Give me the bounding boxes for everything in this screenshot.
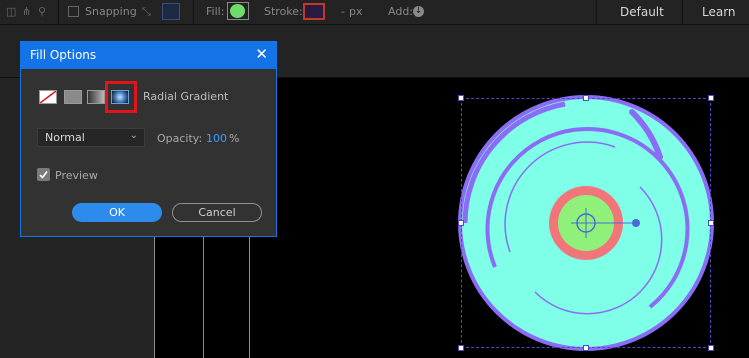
fill-linear-gradient-button[interactable] (87, 90, 105, 104)
opacity-label: Opacity: (157, 132, 203, 145)
add-icon[interactable]: ↓ (413, 6, 424, 17)
shape-tool-icon[interactable]: ◫ (6, 5, 16, 19)
workspace-learn[interactable]: Learn (702, 5, 736, 19)
blend-mode-value: Normal (45, 131, 85, 144)
add-label: Add: (388, 5, 414, 18)
toolbar-divider (682, 0, 683, 24)
blend-mode-select[interactable]: Normal ⌄ (37, 128, 145, 147)
resize-handle[interactable] (708, 95, 714, 101)
toolbar-divider (193, 0, 194, 24)
snap-grid-icon[interactable] (162, 3, 180, 20)
snapping-checkbox[interactable] (68, 6, 79, 17)
close-icon[interactable]: ✕ (255, 45, 268, 63)
top-toolbar: ◫ ⋔ ⚲ Snapping ⤡ Fill: Stroke: - px Add:… (0, 0, 749, 25)
opacity-value[interactable]: 100 (206, 132, 227, 145)
toolbar-divider (596, 0, 597, 24)
opacity-unit: % (229, 132, 240, 145)
chevron-down-icon: ⌄ (129, 130, 138, 141)
checkmark-icon (39, 171, 48, 179)
pen-nodes-icon[interactable]: ⚲ (38, 5, 46, 19)
fill-none-button[interactable] (39, 90, 57, 104)
ok-button[interactable]: OK (72, 203, 162, 222)
fill-swatch[interactable] (227, 2, 249, 20)
stroke-swatch[interactable] (303, 3, 325, 20)
preview-label: Preview (55, 169, 98, 182)
snapping-label: Snapping (85, 5, 137, 18)
fill-swatch-preview (230, 4, 245, 18)
resize-handle[interactable] (708, 345, 714, 351)
resize-handle[interactable] (583, 95, 589, 101)
workspace-default[interactable]: Default (620, 5, 664, 19)
highlight-box (105, 81, 137, 113)
resize-handle[interactable] (708, 220, 714, 226)
dialog-titlebar[interactable]: Fill Options ✕ (21, 42, 276, 69)
cancel-button[interactable]: Cancel (172, 203, 262, 222)
stroke-width-value[interactable]: - (341, 5, 345, 19)
fill-type-label: Radial Gradient (143, 90, 229, 103)
toolbar-divider (58, 0, 59, 24)
resize-handle[interactable] (458, 220, 464, 226)
fork-icon[interactable]: ⋔ (22, 5, 31, 19)
resize-handle[interactable] (458, 345, 464, 351)
stroke-label: Stroke: (264, 5, 303, 18)
preview-checkbox[interactable] (37, 168, 50, 181)
fill-label: Fill: (206, 5, 225, 18)
dialog-title: Fill Options (30, 48, 97, 62)
fill-options-dialog: Fill Options ✕ Radial Gradient Normal ⌄ … (20, 41, 277, 237)
selection-bounding-box (461, 98, 711, 348)
resize-handle[interactable] (458, 95, 464, 101)
fill-solid-button[interactable] (64, 90, 82, 104)
no-fill-icon (40, 91, 56, 103)
resize-handle[interactable] (583, 345, 589, 351)
stroke-unit: px (349, 5, 363, 18)
snap-expand-icon[interactable]: ⤡ (142, 5, 151, 19)
